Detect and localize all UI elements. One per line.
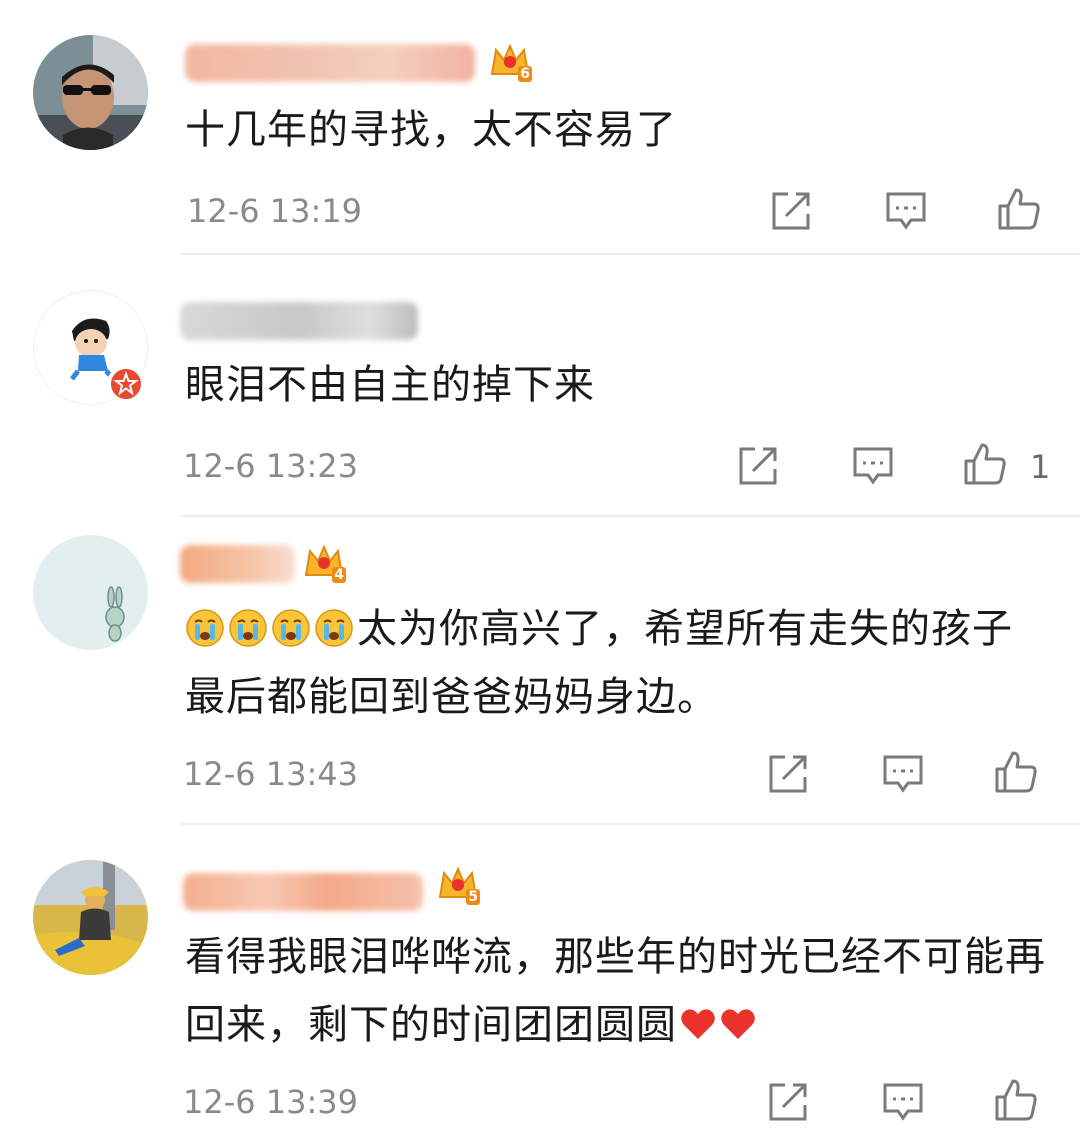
crying-emoji-icon <box>185 608 225 648</box>
comment-icon[interactable] <box>880 751 926 797</box>
comment-item: 5 看得我眼泪哗哗流，那些年的时光已经不可能再回来，剩下的时间团团圆圆 12-6… <box>0 825 1080 1137</box>
thumbs-up-icon[interactable] <box>962 441 1008 487</box>
comment-text-body: 看得我眼泪哗哗流，那些年的时光已经不可能再回来，剩下的时间团团圆圆 <box>185 934 1046 1048</box>
verified-badge-icon <box>107 365 145 403</box>
comment-time: 12-6 13:39 <box>183 1083 359 1121</box>
vip-crown-icon: 6 <box>488 38 532 82</box>
vip-level: 4 <box>332 567 346 583</box>
avatar[interactable] <box>33 535 148 650</box>
share-icon[interactable] <box>765 1079 811 1125</box>
username-blurred[interactable] <box>183 873 423 911</box>
share-icon[interactable] <box>765 751 811 797</box>
share-icon[interactable] <box>768 188 814 234</box>
avatar[interactable] <box>33 860 148 975</box>
comment-time: 12-6 13:43 <box>183 755 359 793</box>
comment-text: 太为你高兴了，希望所有走失的孩子最后都能回到爸爸妈妈身边。 <box>185 595 1050 731</box>
vip-crown-icon: 5 <box>436 861 480 905</box>
comment-icon[interactable] <box>850 443 896 489</box>
avatar[interactable] <box>33 35 148 150</box>
thumbs-up-icon[interactable] <box>993 749 1039 795</box>
comment-item: 4 太为你高兴了，希望所有走失的孩子最后都能回到爸爸妈妈身边。 12-6 13:… <box>0 517 1080 825</box>
red-heart-icon <box>679 1006 717 1042</box>
red-heart-icon <box>719 1006 757 1042</box>
thumbs-up-icon[interactable] <box>996 186 1042 232</box>
vip-level: 5 <box>466 889 480 905</box>
comment-icon[interactable] <box>883 188 929 234</box>
comment-time: 12-6 13:23 <box>183 447 359 485</box>
username-blurred[interactable] <box>185 44 475 82</box>
vip-level: 6 <box>518 66 532 82</box>
comment-icon[interactable] <box>880 1079 926 1125</box>
comment-time: 12-6 13:19 <box>187 192 363 230</box>
comment-text: 十几年的寻找，太不容易了 <box>185 107 677 153</box>
comment-text: 眼泪不由自主的掉下来 <box>185 362 595 408</box>
thumbs-up-icon[interactable] <box>993 1077 1039 1123</box>
comment-item: 眼泪不由自主的掉下来 12-6 13:23 1 <box>0 255 1080 517</box>
crying-emoji-icon <box>271 608 311 648</box>
crying-emoji-icon <box>228 608 268 648</box>
like-count: 1 <box>1030 448 1051 486</box>
username-blurred[interactable] <box>180 302 418 340</box>
crying-emoji-icon <box>314 608 354 648</box>
comment-item: 6 十几年的寻找，太不容易了 12-6 13:19 <box>0 0 1080 255</box>
vip-crown-icon: 4 <box>302 539 346 583</box>
comment-text: 看得我眼泪哗哗流，那些年的时光已经不可能再回来，剩下的时间团团圆圆 <box>185 923 1050 1059</box>
username-blurred[interactable] <box>180 545 295 583</box>
share-icon[interactable] <box>735 443 781 489</box>
